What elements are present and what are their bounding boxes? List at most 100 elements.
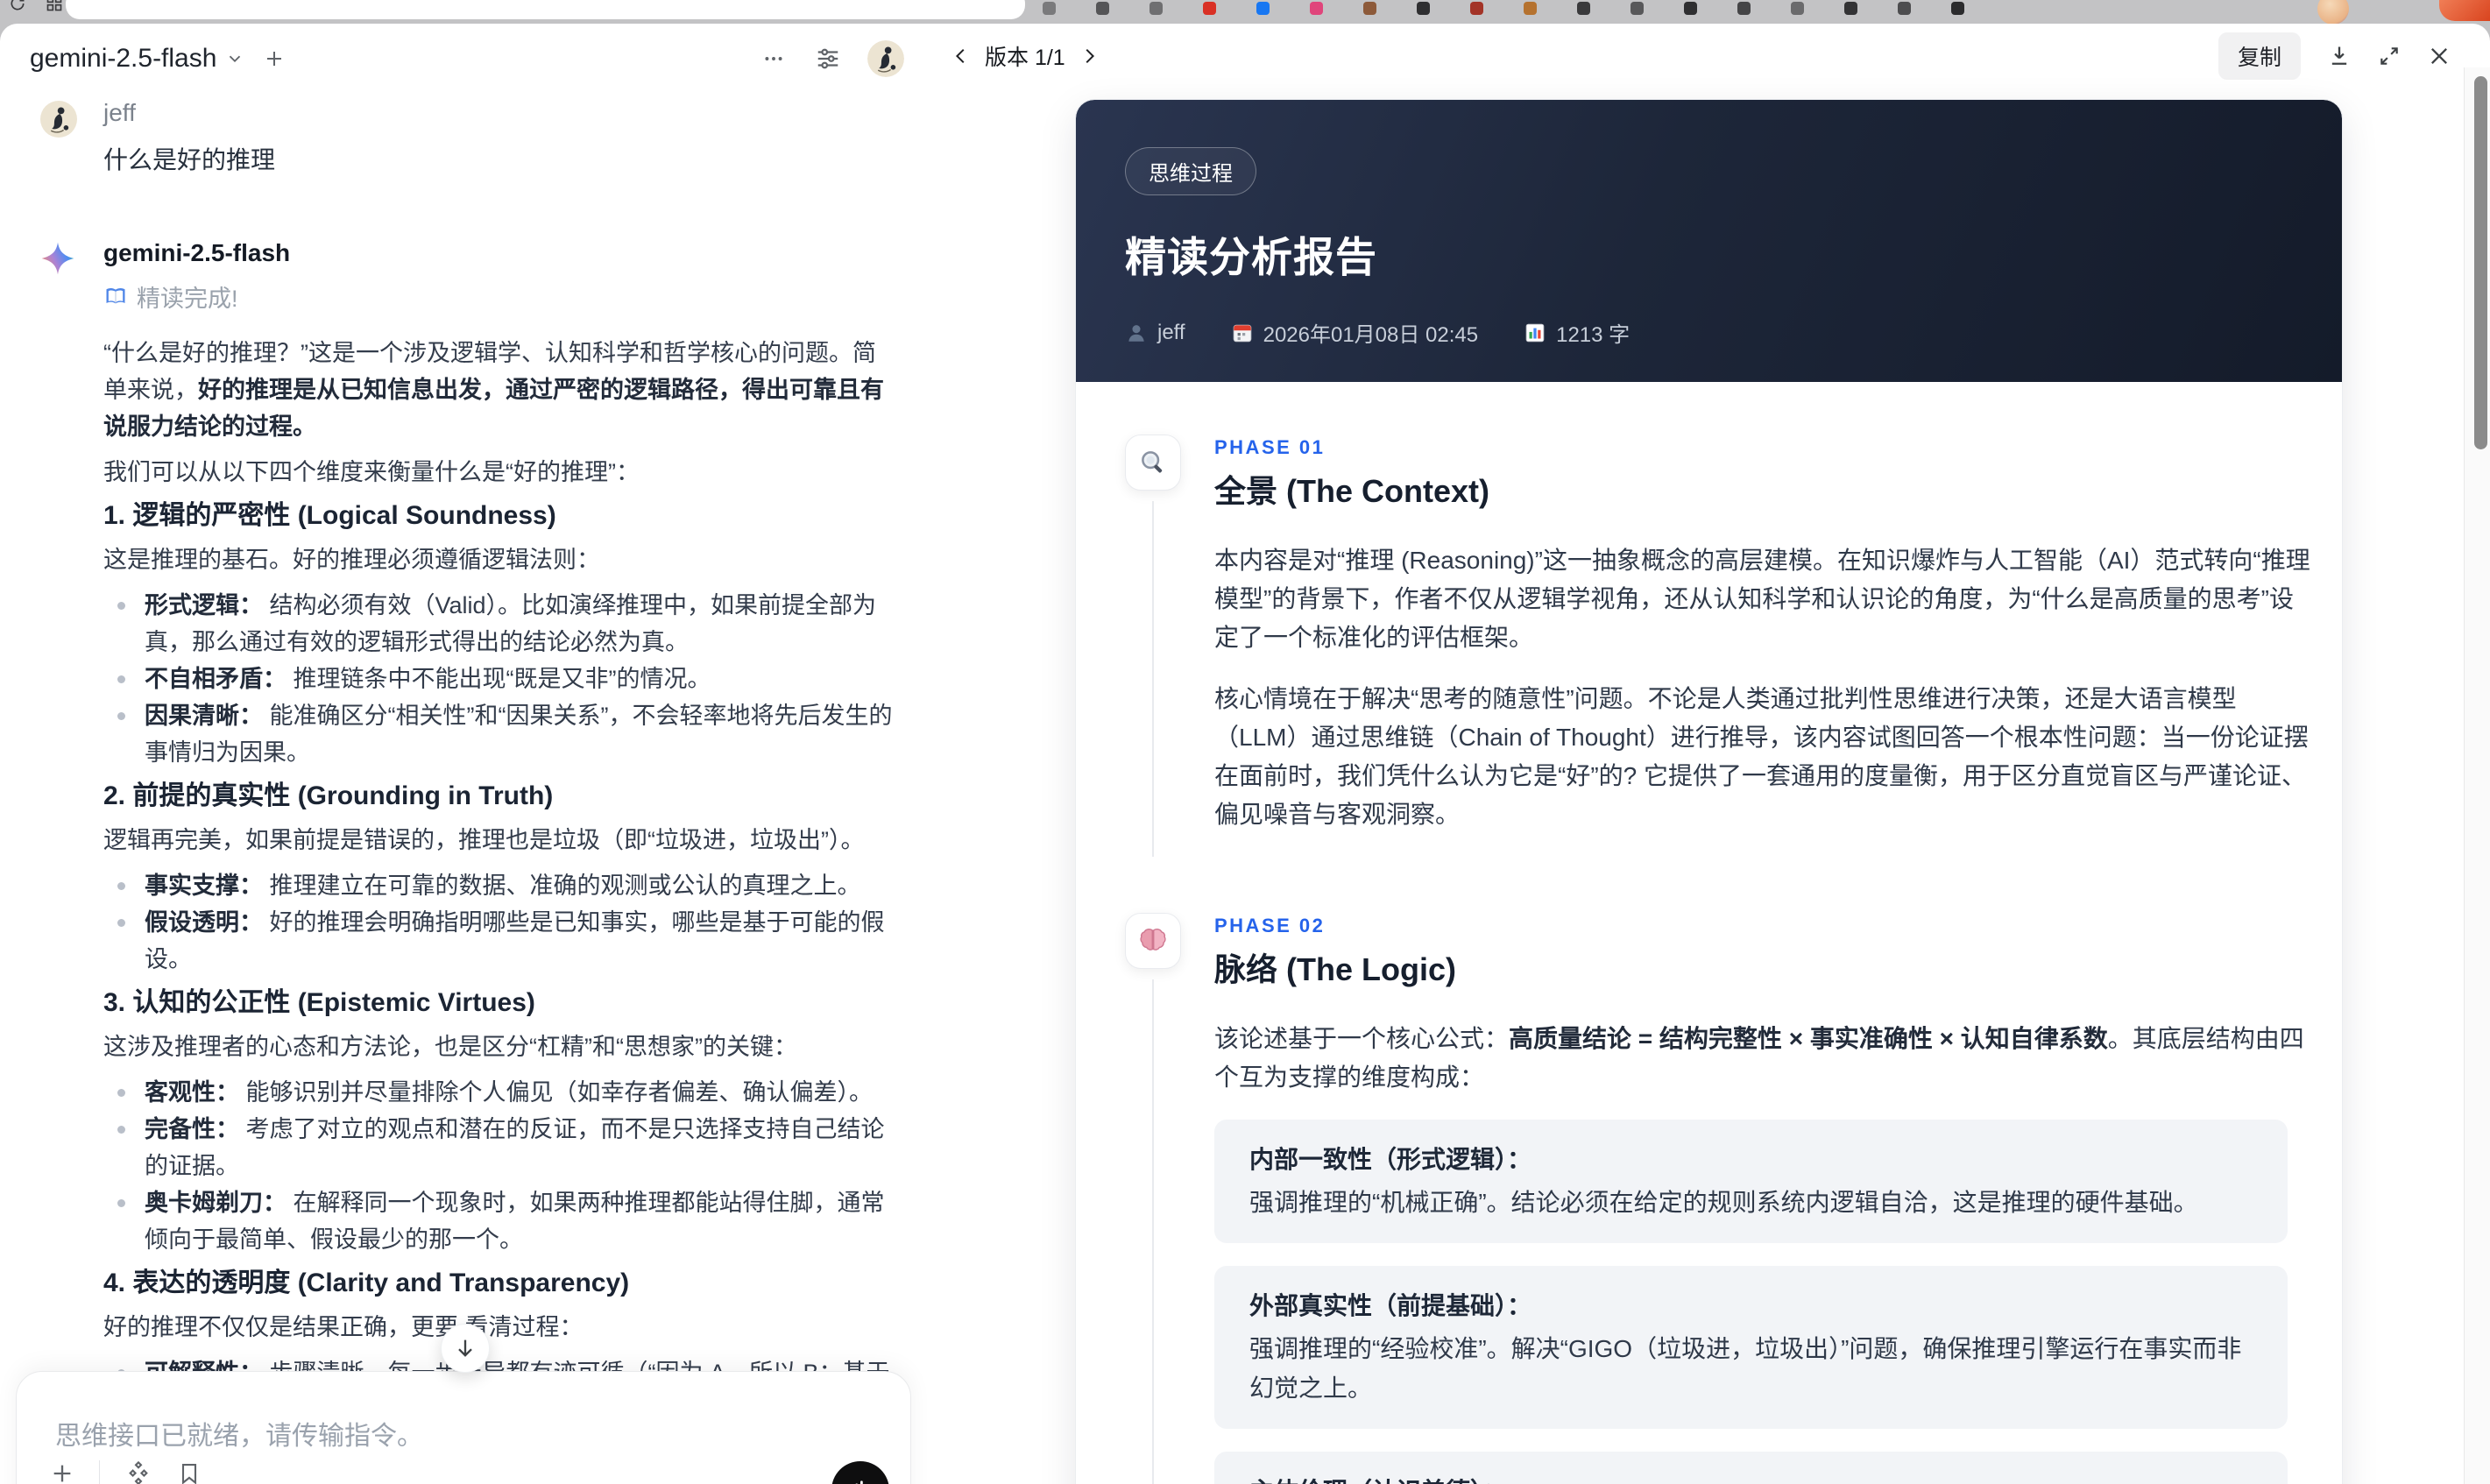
assistant-heading: 1. 逻辑的严密性 (Logical Soundness) bbox=[103, 501, 556, 530]
assistant-list: 形式逻辑： 结构必须有效（Valid）。比如演绎推理中，如果前提全部为真，那么通… bbox=[103, 587, 899, 771]
phase-title: 全景 (The Context) bbox=[1214, 473, 1489, 509]
browser-extension-icon[interactable] bbox=[1898, 2, 1911, 15]
chevron-right-icon[interactable] bbox=[1079, 46, 1099, 66]
browser-extension-icon[interactable] bbox=[1096, 2, 1109, 15]
logic-card: 主体伦理（认识美德）：转向推理者的心理特征。引入奥卡姆剃刀和反向论证，旨在克服人… bbox=[1214, 1452, 2288, 1484]
browser-extension-icon[interactable] bbox=[1737, 2, 1751, 15]
waveform-icon bbox=[855, 1480, 863, 1484]
browser-extension-icon[interactable] bbox=[1150, 2, 1163, 15]
assistant-heading: 3. 认知的公正性 (Epistemic Virtues) bbox=[103, 988, 535, 1017]
assistant-paragraph: “什么是好的推理？”这是一个涉及逻辑学、认知科学和哲学核心的问题。简单来说，好的… bbox=[103, 340, 884, 440]
artifact-toolbar: 版本 1/1 复制 bbox=[951, 32, 2451, 80]
message-input[interactable]: 思维接口已就绪，请传输指令。 bbox=[16, 1371, 911, 1484]
meta-author: jeff bbox=[1125, 321, 1185, 345]
logic-card-title: 内部一致性（形式逻辑）： bbox=[1249, 1146, 1532, 1173]
settings-sliders-icon[interactable] bbox=[815, 46, 841, 72]
phase-paragraph: 本内容是对“推理 (Reasoning)”这一抽象概念的高层建模。在知识爆炸与人… bbox=[1214, 547, 2310, 651]
artifact-pane: 版本 1/1 复制 思维过程 精读分析报告 jeff 2026年01月08日 0… bbox=[929, 24, 2490, 1484]
close-icon[interactable] bbox=[2427, 44, 2451, 68]
browser-extension-icon[interactable] bbox=[1203, 2, 1216, 15]
scrollbar-track[interactable] bbox=[2464, 67, 2490, 1484]
logic-card-title: 主体伦理（认识美德）： bbox=[1249, 1473, 2253, 1484]
chat-pane: gemini-2.5-flash jeff 什么是好的推理 gemini-2.5… bbox=[0, 24, 929, 1484]
assistant-bullet: 形式逻辑： 结构必须有效（Valid）。比如演绎推理中，如果前提全部为真，那么通… bbox=[103, 587, 899, 661]
version-label: 版本 1/1 bbox=[985, 46, 1065, 70]
hero-badge: 思维过程 bbox=[1125, 147, 1256, 195]
chat-messages: jeff 什么是好的推理 gemini-2.5-flash 精读完成! “什么是… bbox=[40, 99, 899, 1484]
browser-corner-icon[interactable] bbox=[2439, 0, 2490, 21]
browser-address-bar[interactable] bbox=[66, 0, 1025, 19]
assistant-paragraph: 这涉及推理者的心态和方法论，也是区分“杠精”和“思想家”的关键： bbox=[103, 1034, 797, 1060]
book-icon bbox=[103, 285, 128, 309]
artifact-actions: 复制 bbox=[2218, 32, 2451, 80]
person-icon bbox=[1128, 324, 1144, 342]
input-placeholder: 思维接口已就绪，请传输指令。 bbox=[55, 1422, 423, 1451]
logic-card: 内部一致性（形式逻辑）： 强调推理的“机械正确”。结论必须在给定的规则系统内逻辑自… bbox=[1214, 1120, 2288, 1243]
report-meta: jeff 2026年01月08日 02:45 1213 字 bbox=[1125, 317, 2293, 348]
phase-body: PHASE 02 脉络 (The Logic) 该论述基于一个核心公式：高质量结论 … bbox=[1214, 913, 2312, 1484]
new-chat-button[interactable] bbox=[264, 48, 285, 69]
browser-extension-icon[interactable] bbox=[1631, 2, 1644, 15]
more-options-button[interactable] bbox=[762, 47, 785, 70]
input-toolbar bbox=[50, 1459, 202, 1484]
scroll-to-bottom-button[interactable] bbox=[441, 1324, 490, 1373]
assistant-blocks: “什么是好的推理？”这是一个涉及逻辑学、认知科学和哲学核心的问题。简单来说，好的… bbox=[103, 335, 899, 1428]
phase-section: PHASE 01 全景 (The Context) 本内容是对“推理 (Reason… bbox=[1125, 435, 2312, 857]
apps-grid-icon[interactable] bbox=[46, 0, 63, 12]
user-avatar[interactable] bbox=[867, 40, 904, 77]
chevron-left-icon[interactable] bbox=[951, 46, 971, 66]
arrow-down-icon bbox=[458, 1339, 472, 1357]
browser-extension-icon[interactable] bbox=[1043, 2, 1056, 15]
fullscreen-icon[interactable] bbox=[2378, 45, 2401, 67]
browser-extension-icon[interactable] bbox=[1524, 2, 1537, 15]
browser-extension-icon[interactable] bbox=[1844, 2, 1857, 15]
browser-profile-avatar[interactable] bbox=[2317, 0, 2349, 24]
assistant-paragraph: 我们可以从以下四个维度来衡量什么是“好的推理”： bbox=[103, 459, 640, 485]
assistant-paragraph: 这是推理的基石。好的推理必须遵循逻辑法则： bbox=[103, 547, 600, 573]
version-navigator: 版本 1/1 bbox=[951, 40, 1099, 72]
assistant-paragraph: 好的推理不仅仅是结果正确，更要 看清过程： bbox=[103, 1314, 584, 1340]
reload-icon[interactable] bbox=[9, 0, 26, 12]
report-title: 精读分析报告 bbox=[1125, 234, 1377, 280]
app-window: gemini-2.5-flash jeff 什么是好的推理 gemini-2.5… bbox=[0, 24, 2490, 1484]
scrollbar-thumb[interactable] bbox=[2474, 76, 2487, 449]
browser-extension-icon[interactable] bbox=[1791, 2, 1804, 15]
browser-toolbar bbox=[0, 0, 2490, 24]
magnifier-icon bbox=[1125, 435, 1181, 491]
tools-diamonds-button[interactable] bbox=[124, 1459, 152, 1484]
attach-plus-button[interactable] bbox=[50, 1461, 74, 1484]
browser-extension-icon[interactable] bbox=[1363, 2, 1376, 15]
meta-date: 2026年01月08日 02:45 bbox=[1231, 317, 1478, 348]
browser-extension-icon[interactable] bbox=[1417, 2, 1430, 15]
logic-card-body: 强调推理的“经验校准”。解决“GIGO（垃圾进，垃圾出）”问题，确保推理引擎运行… bbox=[1249, 1335, 2242, 1402]
logic-card: 外部真实性（前提基础）： 强调推理的“经验校准”。解决“GIGO（垃圾进，垃圾出）… bbox=[1214, 1266, 2288, 1429]
assistant-list: 事实支撑： 推理建立在可靠的数据、准确的观测或公认的真理之上。 假设透明： 好的推… bbox=[103, 867, 899, 978]
voice-input-button[interactable] bbox=[831, 1461, 889, 1484]
download-icon[interactable] bbox=[2327, 44, 2352, 68]
model-selector[interactable]: gemini-2.5-flash bbox=[30, 44, 216, 74]
assistant-message: gemini-2.5-flash 精读完成! “什么是好的推理？”这是一个涉及逻… bbox=[40, 239, 899, 1428]
copy-button[interactable]: 复制 bbox=[2218, 32, 2301, 80]
user-avatar bbox=[40, 101, 77, 138]
report-content: PHASE 01 全景 (The Context) 本内容是对“推理 (Reason… bbox=[1076, 382, 2342, 1484]
chevron-down-icon[interactable] bbox=[225, 49, 244, 68]
brain-icon bbox=[1125, 913, 1181, 969]
browser-extension-icon[interactable] bbox=[1470, 2, 1483, 15]
browser-extension-icon[interactable] bbox=[1310, 2, 1323, 15]
browser-extension-icon[interactable] bbox=[1577, 2, 1590, 15]
user-name: jeff bbox=[103, 99, 136, 126]
assistant-bullet: 假设透明： 好的推理会明确指明哪些是已知事实，哪些是基于可能的假设。 bbox=[103, 904, 899, 978]
bar-chart-icon bbox=[1525, 323, 1545, 342]
phase-section: PHASE 02 脉络 (The Logic) 该论述基于一个核心公式：高质量结论 … bbox=[1125, 913, 2312, 1484]
browser-extensions bbox=[1043, 2, 1964, 15]
assistant-bullet: 因果清晰： 能准确区分“相关性”和“因果关系”，不会轻率地将先后发生的事情归为因… bbox=[103, 697, 899, 771]
browser-extension-icon[interactable] bbox=[1951, 2, 1964, 15]
assistant-name: gemini-2.5-flash bbox=[103, 239, 291, 266]
calendar-icon bbox=[1233, 324, 1251, 342]
browser-extension-icon[interactable] bbox=[1256, 2, 1270, 15]
bookmark-button[interactable] bbox=[177, 1461, 202, 1484]
browser-extension-icon[interactable] bbox=[1684, 2, 1697, 15]
meta-word-count: 1213 字 bbox=[1524, 317, 1630, 348]
assistant-status: 精读完成! bbox=[103, 279, 899, 314]
phase-label: PHASE 01 bbox=[1214, 436, 1326, 458]
